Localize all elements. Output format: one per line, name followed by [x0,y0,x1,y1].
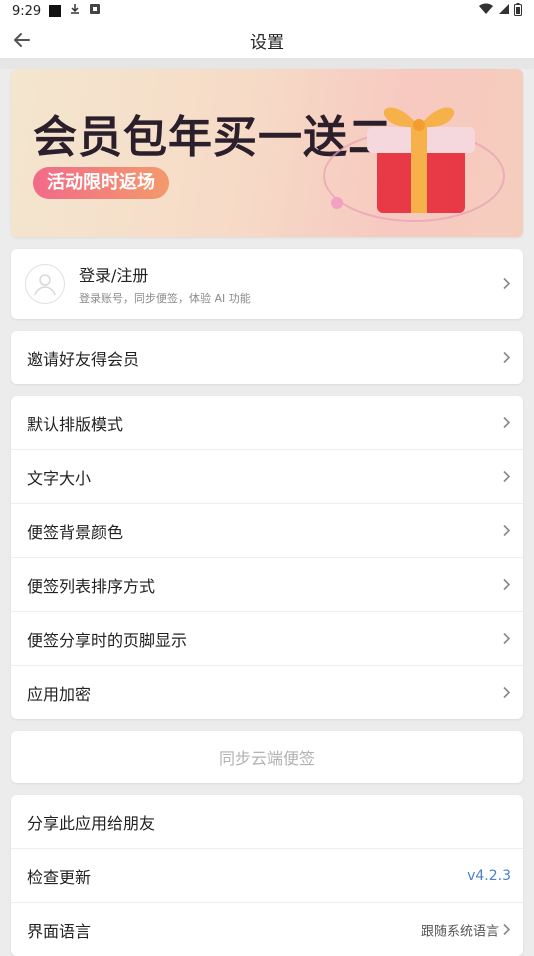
login-subtitle: 登录账号，同步便签，体验 AI 功能 [79,292,251,305]
setting-layout-mode[interactable]: 默认排版模式 [11,396,523,450]
app-bar: 设置 [0,22,534,59]
language-value: 跟随系统语言 [421,920,511,939]
chevron-right-icon [503,275,511,294]
wifi-icon [478,3,494,19]
login-title: 登录/注册 [79,266,149,285]
sim-icon [89,3,101,19]
setting-share-footer[interactable]: 便签分享时的页脚显示 [11,612,523,666]
avatar [25,264,65,304]
settings-card: 默认排版模式 文字大小 便签背景颜色 便签列表排序方式 便签分享时的页脚显示 应… [11,396,523,719]
sync-button[interactable]: 同步云端便签 [11,731,523,783]
arrow-left-icon [14,33,30,47]
misc-card: 分享此应用给朋友 检查更新 v4.2.3 界面语言 跟随系统语言 [11,795,523,956]
setting-label: 便签列表排序方式 [27,576,156,596]
share-app-row[interactable]: 分享此应用给朋友 [11,795,523,849]
setting-list-sort[interactable]: 便签列表排序方式 [11,558,523,612]
user-icon [34,274,56,296]
invite-label: 邀请好友得会员 [27,349,140,369]
download-icon [69,3,81,19]
chevron-right-icon [503,575,511,594]
back-button[interactable] [10,28,34,52]
sync-card[interactable]: 同步云端便签 [11,731,523,783]
chevron-right-icon [503,923,511,936]
status-time: 9:29 [12,3,42,19]
chevron-right-icon [503,521,511,540]
setting-label: 便签分享时的页脚显示 [27,630,188,650]
chevron-right-icon [503,629,511,648]
banner-pill: 活动限时返场 [33,167,169,199]
login-row[interactable]: 登录/注册 登录账号，同步便签，体验 AI 功能 [11,249,523,319]
setting-label: 文字大小 [27,468,92,488]
signal-icon [498,3,510,19]
chevron-right-icon [503,413,511,432]
gift-box-icon [323,107,505,222]
setting-label: 应用加密 [27,684,92,704]
setting-font-size[interactable]: 文字大小 [11,450,523,504]
battery-icon [514,2,522,20]
page-title: 设置 [250,32,284,53]
language-label: 界面语言 [27,921,92,941]
share-app-label: 分享此应用给朋友 [27,813,156,833]
setting-label: 便签背景颜色 [27,522,124,542]
language-value-text: 跟随系统语言 [420,924,499,939]
setting-label: 默认排版模式 [27,414,124,434]
setting-background-color[interactable]: 便签背景颜色 [11,504,523,558]
invite-card[interactable]: 邀请好友得会员 [11,331,523,384]
chevron-right-icon [503,467,511,486]
check-update-label: 检查更新 [27,867,92,887]
version-label: v4.2.3 [467,867,511,884]
login-card[interactable]: 登录/注册 登录账号，同步便签，体验 AI 功能 [11,249,523,319]
language-row[interactable]: 界面语言 跟随系统语言 [11,903,523,956]
invite-row[interactable]: 邀请好友得会员 [11,331,523,384]
header-divider [0,59,534,69]
chevron-right-icon [503,683,511,702]
chevron-right-icon [503,348,511,367]
promo-banner[interactable]: 会员包年买一送二 活动限时返场 [11,69,523,237]
app-icon [49,5,62,17]
status-bar: 9:29 [0,0,534,22]
check-update-row[interactable]: 检查更新 v4.2.3 [11,849,523,903]
setting-app-lock[interactable]: 应用加密 [11,666,523,719]
